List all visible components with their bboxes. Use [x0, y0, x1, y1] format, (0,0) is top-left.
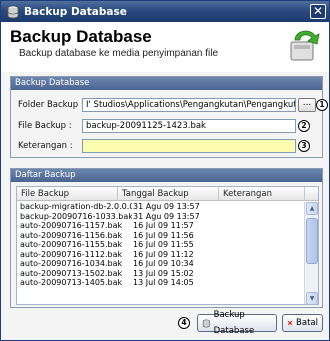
callout-badge-4: 4 [178, 317, 190, 329]
folder-field[interactable]: I' Studios\Applications\Pengangkutan\Pen… [82, 98, 296, 112]
table-row[interactable]: auto-20090716-1157.bak 16 Jul 09 11:57 [17, 221, 303, 231]
cancel-x-icon [287, 319, 294, 327]
page-title: Backup Database [10, 27, 152, 46]
cell-date: 16 Jul 09 10:34 [133, 259, 194, 268]
cell-file: auto-20090716-1156.bak [20, 230, 123, 240]
cell-file: backup-migration-db-2.0.0.0.bak [20, 202, 132, 211]
database-icon [7, 5, 19, 18]
table-row[interactable]: auto-20090716-1034.bak 16 Jul 09 10:34 [17, 259, 303, 269]
cell-date: 16 Jul 09 11:12 [133, 249, 194, 259]
title-bar: Backup Database ✕ [1, 1, 329, 22]
backup-form-panel: Backup Database Folder Backup : I' Studi… [10, 76, 328, 158]
vertical-scrollbar[interactable]: ▲ ▼ [304, 202, 318, 304]
file-label: File Backup : [18, 121, 72, 131]
note-label: Keterangan : [18, 141, 73, 151]
callout-badge-1: 1 [316, 99, 328, 111]
cell-file: auto-20090716-1112.bak [20, 249, 123, 259]
cell-file: backup-20090716-1033.bak [20, 211, 132, 221]
cell-file: auto-20090716-1155.bak [20, 240, 123, 249]
column-header-date[interactable]: Tanggal Backup [118, 187, 219, 201]
close-button[interactable]: ✕ [310, 4, 326, 19]
browse-button[interactable]: ... [298, 98, 316, 112]
table-row[interactable]: backup-20090716-1033.bak 31 Agu 09 13:57 [17, 212, 303, 222]
table-row[interactable]: auto-20090713-1405.bak 13 Jul 09 14:05 [17, 278, 303, 288]
cell-date: 13 Jul 09 14:05 [133, 278, 194, 287]
backup-arrow-icon [290, 30, 320, 61]
backup-database-button-label: Backup Database [213, 310, 255, 336]
cell-date: 16 Jul 09 11:57 [133, 221, 194, 230]
database-icon [202, 319, 210, 327]
window-title: Backup Database [24, 5, 127, 18]
scroll-down-icon[interactable]: ▼ [306, 292, 318, 304]
table-row[interactable]: auto-20090716-1155.bak 16 Jul 09 11:55 [17, 240, 303, 250]
backup-dialog: Backup Database ✕ Backup Database Backup… [0, 0, 330, 341]
table-row[interactable]: backup-migration-db-2.0.0.0.bak 31 Agu 0… [17, 202, 303, 212]
scroll-up-icon[interactable]: ▲ [306, 202, 318, 215]
backup-database-button[interactable]: Backup Database [197, 310, 277, 336]
close-icon: ✕ [312, 4, 324, 18]
panel-header: Backup Database [11, 77, 322, 90]
cell-file: auto-20090716-1034.bak [20, 259, 123, 268]
file-field[interactable]: backup-20091125-1423.bak [82, 119, 296, 133]
backup-list-panel: Daftar Backup File Backup Tanggal Backup… [10, 168, 323, 308]
column-header-note[interactable]: Keterangan [219, 187, 305, 201]
column-header-file[interactable]: File Backup [17, 187, 118, 201]
folder-label: Folder Backup : [18, 100, 84, 110]
scroll-thumb[interactable] [306, 218, 318, 264]
cell-date: 16 Jul 09 11:56 [133, 230, 194, 240]
cell-date: 13 Jul 09 15:02 [133, 268, 194, 278]
table-row[interactable]: auto-20090713-1502.bak 13 Jul 09 15:02 [17, 269, 303, 279]
table-body: backup-migration-db-2.0.0.0.bak 31 Agu 0… [17, 202, 303, 288]
callout-badge-2: 2 [298, 120, 310, 132]
cancel-button-label: Batal [296, 318, 318, 328]
backup-table[interactable]: File Backup Tanggal Backup Keterangan ba… [16, 186, 319, 305]
cell-file: auto-20090713-1502.bak [20, 268, 123, 278]
callout-badge-3: 3 [298, 140, 310, 152]
cell-date: 16 Jul 09 11:55 [133, 240, 194, 249]
table-row[interactable]: auto-20090716-1156.bak 16 Jul 09 11:56 [17, 231, 303, 241]
table-row[interactable]: auto-20090716-1112.bak 16 Jul 09 11:12 [17, 250, 303, 260]
dialog-header: Backup Database Backup database ke media… [1, 22, 329, 72]
panel-header: Daftar Backup [11, 169, 322, 182]
cell-date: 31 Agu 09 13:57 [133, 202, 200, 211]
table-header: File Backup Tanggal Backup Keterangan [17, 187, 318, 201]
cancel-button[interactable]: Batal [282, 314, 323, 332]
cell-file: auto-20090716-1157.bak [20, 221, 123, 230]
cell-date: 31 Agu 09 13:57 [133, 211, 200, 221]
page-subtitle: Backup database ke media penyimpanan fil… [19, 48, 219, 59]
cell-file: auto-20090713-1405.bak [20, 278, 123, 287]
note-field[interactable] [82, 139, 296, 153]
